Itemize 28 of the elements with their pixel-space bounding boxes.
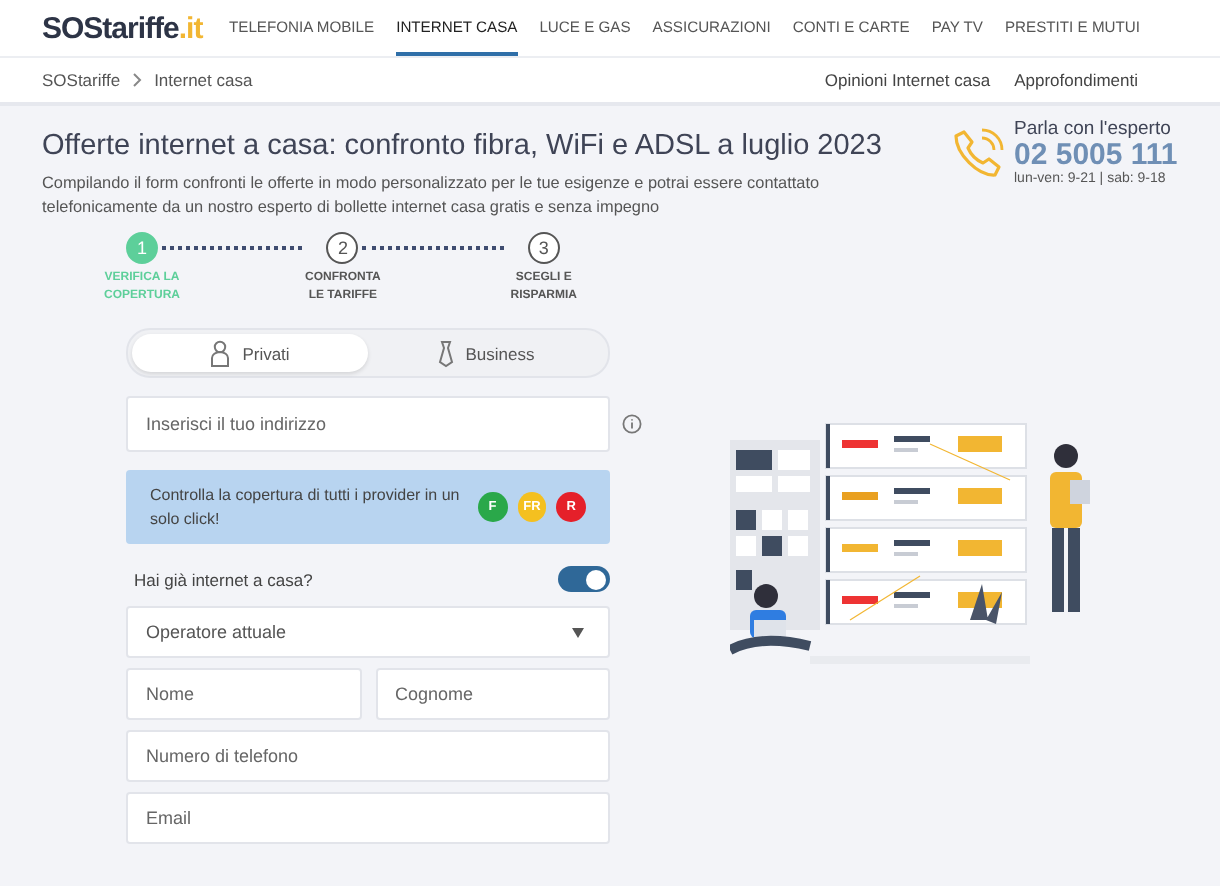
breadcrumb-link[interactable]: Internet casa [154,70,253,90]
step-number: 2 [326,232,359,264]
dropdown-caret-icon [572,627,584,637]
chevron-icon [132,72,143,88]
person-icon [210,339,231,367]
subnav-link[interactable]: Opinioni Internet casa [824,70,991,90]
contact-label: Parla con l'esperto [1014,118,1173,140]
phone-field[interactable]: Numero di telefono [126,730,610,782]
coverage-info-text: Controlla la copertura di tutti i provider in un solo click! [150,483,460,531]
info-icon[interactable] [622,414,642,434]
name-field[interactable]: Cognome [375,668,610,720]
customer-type-tab[interactable]: Business [368,334,604,372]
name-field[interactable]: Nome [126,668,361,720]
email-field[interactable]: Email [126,792,610,844]
phone-icon [950,126,1006,182]
subnav-link[interactable]: Approfondimenti [1014,70,1138,90]
page-title: Offerte internet a casa: confronto fibra, WiFi e ADSL a luglio 2023 [42,130,884,162]
site-logo[interactable]: SOStariffe.it [42,11,203,45]
customer-type-tab[interactable]: Privati [132,334,368,372]
internet-question: Hai già internet a casa? [134,569,313,589]
step-number: 1 [126,232,158,264]
step-number: 3 [527,232,560,264]
breadcrumb-link[interactable]: SOStariffe [42,70,121,90]
tie-icon [437,339,454,367]
toggle-switch[interactable] [558,566,610,592]
page-description: Compilando il form confronti le offerte in modo personalizzato per le tue esigenze e potrai essere contattato telefonicamente da un nostro esperto di bollette internet casa gratis e senza impegno [42,172,822,220]
address-field[interactable]: Inserisci il tuo indirizzo [126,396,610,452]
operator-select[interactable]: Operatore attuale [126,606,610,658]
